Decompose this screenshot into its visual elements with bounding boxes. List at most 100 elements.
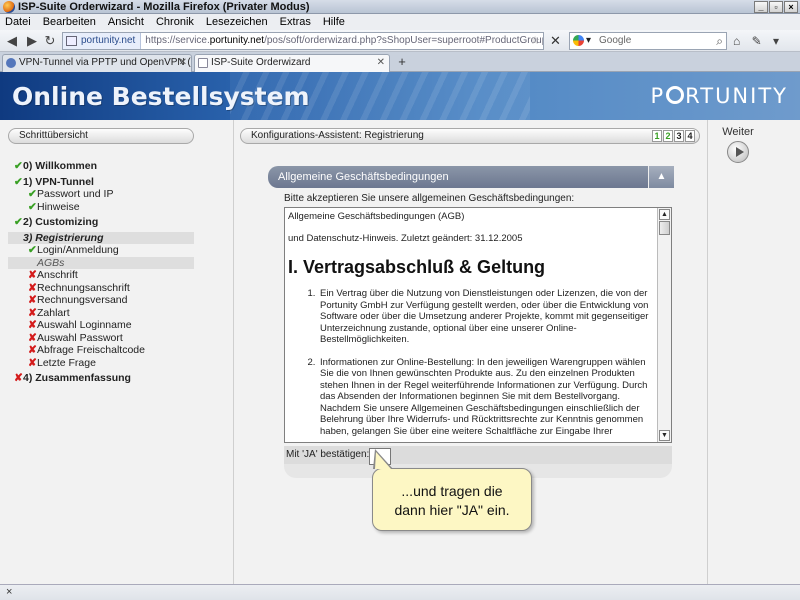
agb-prompt: Bitte akzeptieren Sie unsere allgemeinen… — [284, 193, 575, 204]
firefox-icon — [3, 1, 15, 13]
forward-arrow-icon[interactable]: ▶ — [24, 33, 40, 49]
menu-extras[interactable]: Extras — [280, 16, 311, 28]
step-overview: Schrittübersicht ✔0) Willkommen ✔1) VPN-T… — [8, 128, 194, 385]
check-icon: ✔ — [14, 216, 23, 228]
tab-bar: VPN-Tunnel via PPTP und OpenVPN (Tarif..… — [0, 52, 800, 72]
tab-vpn-tunnel[interactable]: VPN-Tunnel via PPTP und OpenVPN (Tarif..… — [2, 54, 192, 72]
menu-lesezeichen[interactable]: Lesezeichen — [206, 16, 268, 28]
agb-scrollbar[interactable]: ▲ ▼ — [657, 208, 671, 442]
close-tab-icon[interactable]: ✕ — [179, 55, 187, 71]
toolbar-extra-icons[interactable]: ⌂ ✎ ▾ — [733, 34, 783, 48]
new-tab-button[interactable]: + — [394, 54, 410, 70]
menu-chronik[interactable]: Chronik — [156, 16, 194, 28]
divider — [707, 120, 708, 584]
step-label: Hinweise — [37, 200, 80, 213]
menu-datei[interactable]: Datei — [5, 16, 31, 28]
url-text: https://service.portunity.net/pos/soft/o… — [145, 35, 544, 46]
search-engine-dropdown-icon[interactable]: ▾ — [586, 35, 591, 46]
agb-textarea[interactable]: Allgemeine Geschäftsbedingungen (AGB) un… — [284, 207, 672, 443]
restore-button[interactable]: ▫ — [769, 1, 783, 13]
step-item[interactable]: ✘Abfrage Freischaltcode — [8, 344, 194, 357]
site-identity-button[interactable]: portunity.net — [63, 33, 142, 49]
step-label: 4) Zusammenfassung — [23, 372, 131, 384]
scroll-thumb[interactable] — [659, 221, 670, 235]
step-item[interactable]: ✘Auswahl Passwort — [8, 332, 194, 345]
site-banner: Online Bestellsystem P RTUNITY — [0, 72, 800, 120]
step-label: 2) Customizing — [23, 216, 99, 228]
banner-title: Online Bestellsystem — [12, 82, 310, 111]
window-titlebar: ISP-Suite Orderwizard - Mozilla Firefox … — [0, 0, 800, 14]
step-label: Rechnungsversand — [37, 294, 128, 306]
agb-panel-header: Allgemeine Geschäftsbedingungen ▲ — [268, 166, 674, 188]
step-item[interactable]: ✘Rechnungsversand — [8, 294, 194, 307]
status-bar: × — [0, 584, 800, 600]
check-icon: ✔ — [28, 200, 37, 213]
check-icon: ✔ — [28, 244, 37, 256]
step-item[interactable]: ✘Anschrift — [8, 269, 194, 282]
minimize-button[interactable]: _ — [754, 1, 768, 13]
page-favicon-icon — [198, 58, 208, 68]
menu-bearbeiten[interactable]: Bearbeiten — [43, 16, 96, 28]
step-label: 3) Registrierung — [23, 231, 104, 244]
status-close-icon[interactable]: × — [6, 586, 12, 598]
step-indicator-1: 1 — [652, 130, 662, 142]
step-item[interactable]: ✔0) Willkommen — [8, 160, 194, 173]
step-item[interactable]: ✔1) VPN-Tunnel — [8, 176, 194, 189]
check-icon: ✔ — [14, 175, 23, 188]
stop-icon[interactable]: ✕ — [550, 33, 564, 49]
menu-hilfe[interactable]: Hilfe — [323, 16, 345, 28]
collapse-up-icon[interactable]: ▲ — [648, 166, 674, 188]
portunity-favicon-icon — [6, 58, 16, 68]
step-label: Auswahl Loginname — [37, 319, 132, 331]
close-tab-icon[interactable]: ✕ — [377, 55, 385, 71]
step-label: 1) VPN-Tunnel — [23, 175, 94, 188]
step-item[interactable]: ✘Letzte Frage — [8, 357, 194, 370]
url-bar[interactable]: portunity.net https://service.portunity.n… — [62, 32, 544, 50]
step-item[interactable]: ✔Login/Anmeldung — [8, 244, 194, 257]
agb-clause: Informationen zur Online-Bestellung: In … — [318, 357, 654, 438]
scroll-down-icon[interactable]: ▼ — [659, 430, 670, 441]
callout-pointer-fill — [375, 452, 391, 469]
cross-icon: ✘ — [28, 269, 37, 281]
step-indicator-2: 2 — [663, 130, 673, 142]
callout-line: ...und tragen die — [401, 483, 503, 499]
agb-text: Allgemeine Geschäftsbedingungen (AGB) un… — [286, 209, 658, 442]
reload-icon[interactable]: ↻ — [42, 33, 58, 49]
search-input[interactable]: Google — [599, 35, 631, 46]
search-icon[interactable]: ⌕ — [716, 33, 723, 49]
step-item[interactable]: ✘Rechnungsanschrift — [8, 282, 194, 295]
step-item[interactable]: 3) Registrierung — [8, 231, 194, 244]
close-window-button[interactable]: × — [784, 1, 798, 13]
check-icon: ✔ — [14, 160, 23, 172]
menu-ansicht[interactable]: Ansicht — [108, 16, 144, 28]
window-title: ISP-Suite Orderwizard - Mozilla Firefox … — [18, 1, 310, 13]
step-item[interactable]: ✔2) Customizing — [8, 216, 194, 229]
agb-clause-list: Ein Vertrag über die Nutzung von Dienstl… — [288, 288, 654, 437]
step-label: Passwort und IP — [37, 188, 114, 200]
cross-icon: ✘ — [28, 344, 37, 356]
next-arrow-button[interactable] — [727, 141, 749, 163]
next-label: Weiter — [722, 126, 754, 138]
step-item[interactable]: AGBs — [8, 256, 194, 269]
step-item[interactable]: ✘4) Zusammenfassung — [8, 372, 194, 385]
cross-icon: ✘ — [28, 331, 37, 344]
tab-orderwizard[interactable]: ISP-Suite Orderwizard ✕ — [194, 54, 390, 72]
step-indicator: 1 2 3 4 — [652, 130, 695, 142]
step-item[interactable]: ✘Auswahl Loginname — [8, 319, 194, 332]
step-item[interactable]: ✔Passwort und IP — [8, 188, 194, 201]
wizard-header: Konfigurations-Assistent: Registrierung … — [240, 128, 700, 144]
step-item[interactable]: ✔Hinweise — [8, 201, 194, 214]
bookmark-star-icon[interactable]: ☆ — [530, 33, 540, 49]
step-item[interactable]: ✘Zahlart — [8, 307, 194, 320]
menu-bar: Datei Bearbeiten Ansicht Chronik Lesezei… — [0, 14, 800, 30]
step-overview-header: Schrittübersicht — [8, 128, 194, 144]
step-label: Auswahl Passwort — [37, 331, 123, 344]
scroll-up-icon[interactable]: ▲ — [659, 209, 670, 220]
cross-icon: ✘ — [28, 356, 37, 369]
back-arrow-icon[interactable]: ◀ — [4, 33, 20, 49]
step-label: Letzte Frage — [37, 356, 96, 369]
globe-icon — [66, 36, 77, 46]
google-icon[interactable] — [573, 35, 584, 46]
agb-section-heading: I. Vertragsabschluß & Geltung — [288, 257, 546, 277]
search-bar[interactable]: ▾ Google ⌕ — [569, 32, 727, 50]
